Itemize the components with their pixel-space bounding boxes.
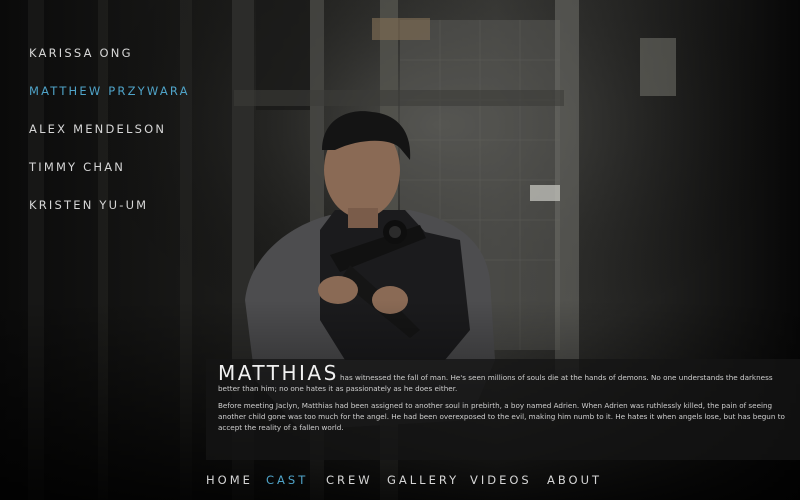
bio-paragraph-1: has witnessed the fall of man. He's seen… (218, 373, 773, 393)
character-bio-panel: MATTHIAS has witnessed the fall of man. … (206, 359, 800, 460)
nav-gallery[interactable]: GALLERY (387, 473, 459, 487)
cast-item-timmy-chan[interactable]: TIMMY CHAN (29, 158, 190, 196)
bio-paragraph-2: Before meeting Jaclyn, Matthias had been… (218, 401, 785, 432)
nav-videos[interactable]: VIDEOS (470, 473, 532, 487)
nav-about[interactable]: ABOUT (547, 473, 602, 487)
cast-item-matthew-przywara[interactable]: MATTHEW PRZYWARA (29, 82, 190, 120)
nav-home[interactable]: HOME (206, 473, 253, 487)
cast-list: KARISSA ONG MATTHEW PRZYWARA ALEX MENDEL… (29, 44, 190, 234)
cast-item-karissa-ong[interactable]: KARISSA ONG (29, 44, 190, 82)
main-nav: HOME CAST CREW GALLERY VIDEOS ABOUT (206, 470, 800, 492)
nav-crew[interactable]: CREW (326, 473, 373, 487)
cast-item-kristen-yu-um[interactable]: KRISTEN YU-UM (29, 196, 190, 234)
nav-cast[interactable]: CAST (266, 473, 308, 487)
cast-item-alex-mendelson[interactable]: ALEX MENDELSON (29, 120, 190, 158)
